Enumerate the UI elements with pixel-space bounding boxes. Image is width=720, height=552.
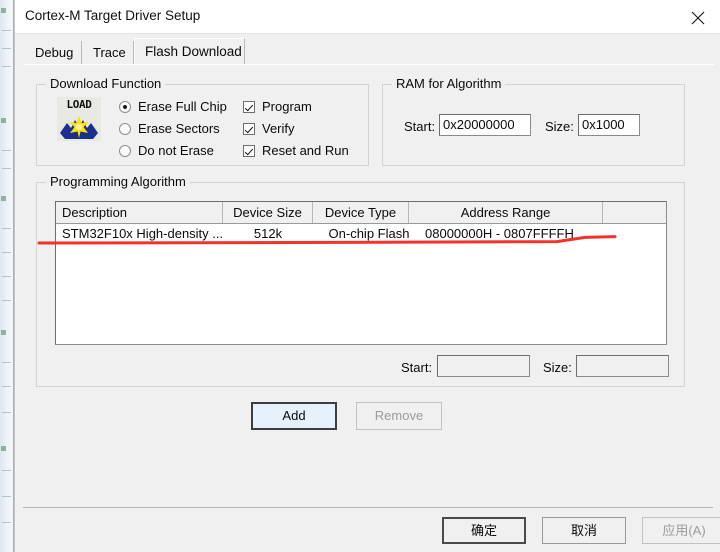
title-bar: Cortex-M Target Driver Setup [15, 0, 720, 34]
algorithm-size-input[interactable] [576, 355, 669, 377]
checkbox-program-label: Program [262, 99, 312, 114]
window-title: Cortex-M Target Driver Setup [25, 8, 201, 23]
cell-device-type: On-chip Flash [328, 226, 410, 241]
checkbox-program-indicator [243, 101, 255, 113]
tab-flash-download[interactable]: Flash Download [134, 38, 245, 65]
footer-separator [23, 507, 713, 508]
algorithm-start-label: Start: [401, 360, 433, 375]
checkbox-reset-and-run-indicator [243, 145, 255, 157]
algorithm-list[interactable]: Description Device Size Device Type Addr… [55, 201, 667, 345]
algorithm-table-header: Description Device Size Device Type Addr… [56, 202, 666, 224]
download-function-legend: Download Function [46, 76, 166, 91]
radio-erase-sectors-indicator [119, 123, 131, 135]
close-icon[interactable] [675, 0, 720, 33]
column-header-address-range[interactable]: Address Range [409, 202, 603, 223]
download-function-group: Download Function LOAD Erase Full Chip E… [36, 76, 369, 166]
checkbox-program[interactable]: Program [243, 99, 312, 114]
radio-erase-full-chip[interactable]: Erase Full Chip [119, 99, 227, 114]
checkbox-reset-and-run[interactable]: Reset and Run [243, 143, 349, 158]
target-driver-setup-dialog: Cortex-M Target Driver Setup Debug Trace… [14, 0, 720, 552]
radio-erase-sectors[interactable]: Erase Sectors [119, 121, 220, 136]
ram-size-input[interactable]: 0x1000 [578, 114, 640, 136]
ram-size-label: Size: [545, 119, 574, 134]
cell-address-range: 08000000H - 0807FFFFH [425, 226, 574, 241]
table-row[interactable]: STM32F10x High-density ... 512k On-chip … [56, 224, 666, 244]
radio-do-not-erase-label: Do not Erase [138, 143, 214, 158]
programming-algorithm-group: Programming Algorithm Description Device… [36, 174, 685, 387]
column-header-spacer[interactable] [603, 202, 666, 223]
cell-description: STM32F10x High-density ... [62, 226, 223, 241]
apply-button[interactable]: 应用(A) [642, 517, 720, 544]
programming-algorithm-legend: Programming Algorithm [46, 174, 190, 189]
tab-underline [24, 64, 714, 65]
load-icon: LOAD [57, 97, 101, 141]
algorithm-start-input[interactable] [437, 355, 530, 377]
checkbox-verify[interactable]: Verify [243, 121, 295, 136]
cell-device-size: 512k [253, 226, 283, 241]
checkbox-verify-label: Verify [262, 121, 295, 136]
tab-strip: Debug Trace Flash Download [24, 38, 714, 65]
checkbox-reset-and-run-label: Reset and Run [262, 143, 349, 158]
cancel-button[interactable]: 取消 [542, 517, 626, 544]
column-header-device-type[interactable]: Device Type [313, 202, 409, 223]
radio-do-not-erase[interactable]: Do not Erase [119, 143, 214, 158]
tab-trace[interactable]: Trace [82, 41, 134, 64]
add-button[interactable]: Add [251, 402, 337, 430]
ram-start-input[interactable]: 0x20000000 [439, 114, 531, 136]
remove-button[interactable]: Remove [356, 402, 442, 430]
radio-do-not-erase-indicator [119, 145, 131, 157]
algorithm-size-label: Size: [543, 360, 572, 375]
ram-for-algorithm-group: RAM for Algorithm Start: 0x20000000 Size… [382, 76, 685, 166]
ok-button[interactable]: 确定 [442, 517, 526, 544]
radio-erase-full-chip-label: Erase Full Chip [138, 99, 227, 114]
radio-erase-sectors-label: Erase Sectors [138, 121, 220, 136]
ram-for-algorithm-legend: RAM for Algorithm [392, 76, 506, 91]
tab-debug[interactable]: Debug [24, 41, 82, 64]
ram-start-label: Start: [404, 119, 436, 134]
column-header-device-size[interactable]: Device Size [223, 202, 313, 223]
column-header-description[interactable]: Description [56, 202, 223, 223]
checkbox-verify-indicator [243, 123, 255, 135]
background-window-strip [0, 0, 14, 552]
load-icon-text: LOAD [66, 98, 92, 111]
radio-erase-full-chip-indicator [119, 101, 131, 113]
